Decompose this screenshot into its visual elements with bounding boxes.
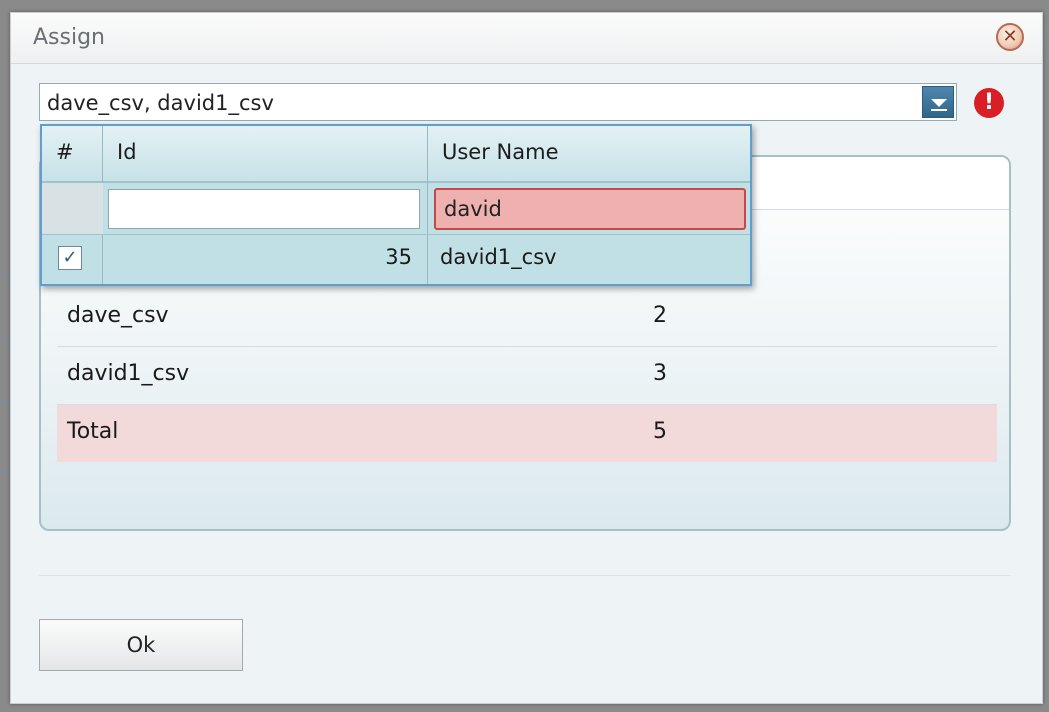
list-item[interactable]: ✓ 35 david1_csv — [42, 235, 750, 284]
filter-row — [42, 183, 750, 235]
ok-button[interactable]: Ok — [39, 619, 243, 671]
user-name-cell: dave_csv — [67, 303, 169, 328]
error-icon: ! — [974, 88, 1004, 118]
table-row[interactable]: david1_csv 3 — [57, 347, 997, 405]
column-header-user-name[interactable]: User Name — [442, 140, 559, 164]
user-picker-dropdown: # Id User Name ✓ 35 david1_csv — [40, 124, 752, 286]
table-row[interactable]: dave_csv 2 — [57, 289, 997, 347]
filter-index-cell — [42, 183, 103, 234]
chevron-down-icon[interactable] — [922, 86, 954, 118]
user-name-cell: david1_csv — [67, 361, 190, 386]
picker-header: # Id User Name — [42, 126, 750, 183]
user-name-filter-input[interactable] — [434, 188, 746, 230]
close-icon[interactable]: ✕ — [996, 23, 1024, 51]
id-filter-input[interactable] — [108, 189, 420, 229]
column-header-id[interactable]: Id — [117, 140, 137, 164]
user-name-cell: david1_csv — [440, 245, 557, 269]
dialog-title: Assign — [33, 25, 105, 50]
row-checkbox[interactable]: ✓ — [58, 246, 82, 270]
id-cell: 35 — [385, 245, 412, 269]
assign-dialog: Assign ✕ dave_csv, david1_csv ! dave_csv… — [10, 12, 1043, 704]
combo-value: dave_csv, david1_csv — [47, 91, 274, 115]
dialog-title-bar: Assign ✕ — [11, 13, 1042, 64]
divider — [39, 575, 1011, 576]
count-cell: 2 — [653, 303, 667, 328]
count-cell: 3 — [653, 361, 667, 386]
total-value: 5 — [653, 419, 667, 444]
total-row: Total 5 — [57, 405, 997, 462]
column-header-index[interactable]: # — [56, 140, 74, 164]
total-label: Total — [67, 419, 119, 444]
user-combo-box[interactable]: dave_csv, david1_csv — [39, 83, 957, 121]
